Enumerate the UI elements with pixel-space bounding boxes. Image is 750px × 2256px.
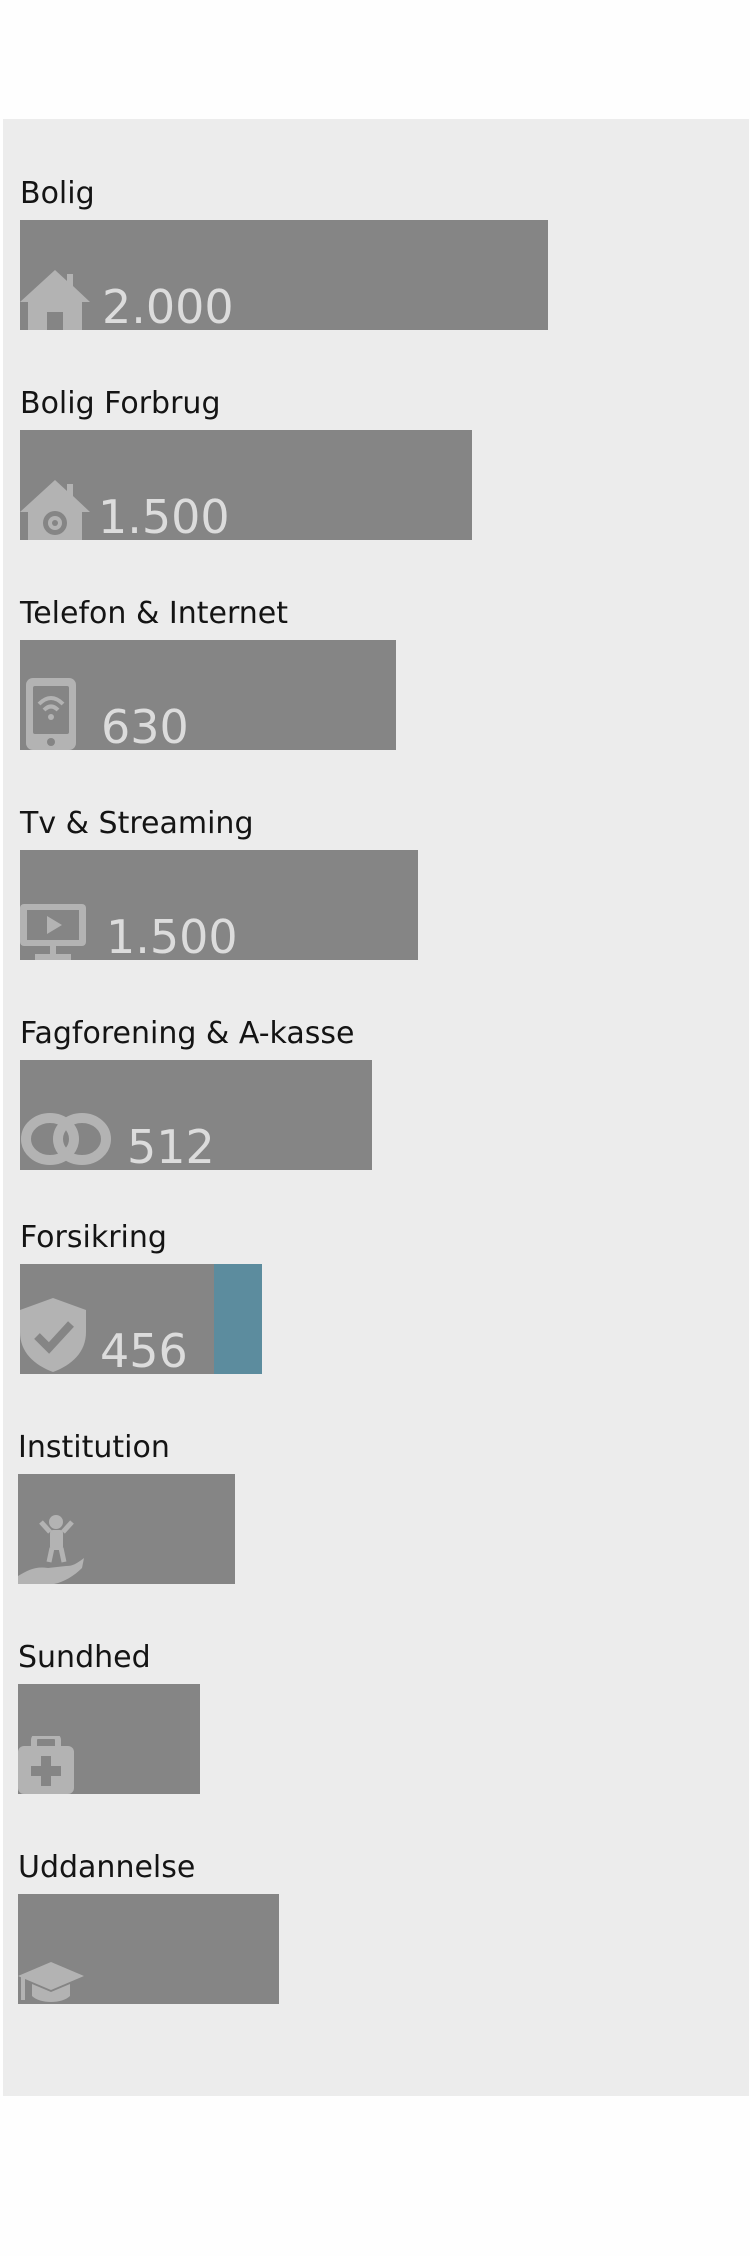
house-icon	[20, 268, 90, 330]
category-label: Bolig Forbrug	[20, 386, 221, 421]
budget-panel: Bolig 2.000 Bolig Forbrug 1.500 Telefon …	[3, 119, 749, 2096]
category-label: Tv & Streaming	[20, 806, 254, 841]
mobile-wifi-icon	[26, 678, 76, 750]
graduation-cap-icon	[18, 1960, 84, 2004]
category-value: 1.500	[106, 910, 238, 960]
accent-indicator	[214, 1264, 262, 1374]
house-gear-icon	[20, 478, 90, 540]
category-label: Telefon & Internet	[20, 596, 288, 631]
category-bar[interactable]	[18, 1894, 279, 2004]
linked-rings-icon	[20, 1110, 112, 1168]
medical-kit-icon	[18, 1736, 74, 1794]
category-label: Uddannelse	[18, 1850, 196, 1885]
category-bar[interactable]: 630	[20, 640, 396, 750]
category-value: 456	[100, 1324, 188, 1374]
category-label: Sundhed	[18, 1640, 151, 1675]
category-bar[interactable]: 2.000	[20, 220, 548, 330]
shield-check-icon	[20, 1298, 86, 1372]
category-bar[interactable]	[18, 1474, 235, 1584]
category-label: Institution	[18, 1430, 170, 1465]
category-value: 2.000	[102, 280, 234, 330]
category-value: 630	[101, 700, 189, 750]
category-bar[interactable]: 512	[20, 1060, 372, 1170]
category-bar[interactable]: 456	[20, 1264, 262, 1374]
category-value: 1.500	[98, 490, 230, 540]
category-label: Fagforening & A-kasse	[20, 1016, 355, 1051]
monitor-play-icon	[20, 904, 86, 960]
category-label: Forsikring	[20, 1220, 167, 1255]
category-bar[interactable]	[18, 1684, 200, 1794]
category-value: 512	[127, 1120, 215, 1170]
category-label: Bolig	[20, 176, 95, 211]
category-bar[interactable]: 1.500	[20, 850, 418, 960]
category-bar[interactable]: 1.500	[20, 430, 472, 540]
child-hand-icon	[18, 1514, 84, 1584]
